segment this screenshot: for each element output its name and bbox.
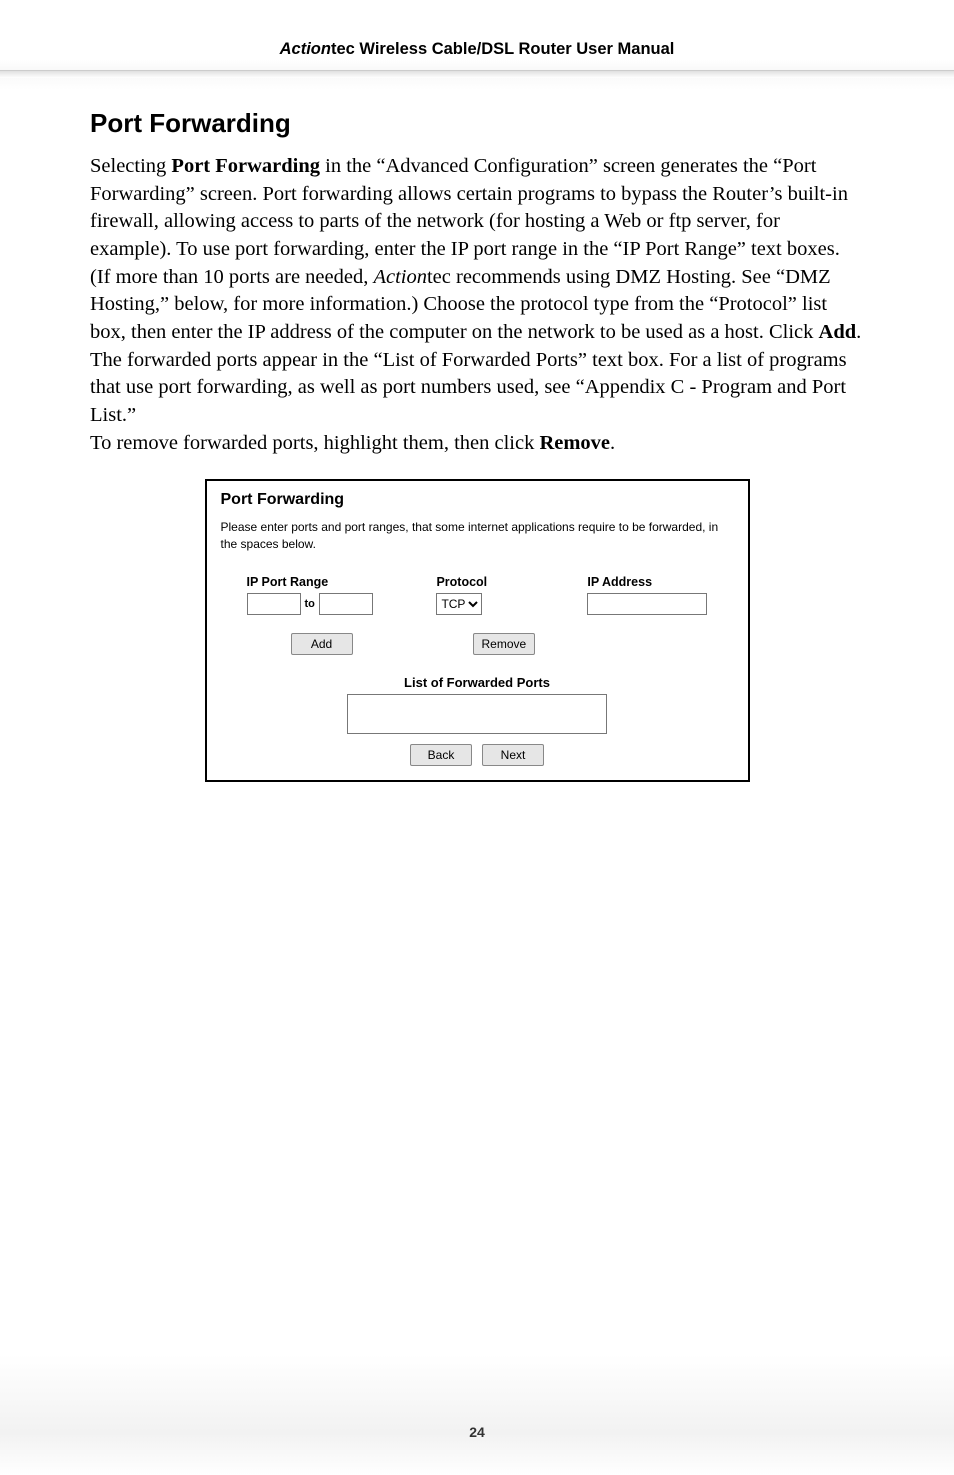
section-title: Port Forwarding: [90, 108, 864, 139]
add-remove-row: Add Remove: [221, 633, 734, 655]
header-title: Wireless Cable/DSL Router User Manual: [355, 40, 675, 58]
page-number: 24: [0, 1424, 954, 1440]
port-range-start-input[interactable]: [247, 593, 301, 615]
heading-ip-address: IP Address: [587, 575, 733, 589]
heading-protocol: Protocol: [436, 575, 587, 589]
heading-ip-port-range: IP Port Range: [247, 575, 437, 589]
port-range-to-label: to: [305, 598, 315, 610]
document-header: Actiontec Wireless Cable/DSL Router User…: [0, 40, 954, 59]
panel-description: Please enter ports and port ranges, that…: [221, 519, 734, 553]
section-body-1: Selecting Port Forwarding in the “Advanc…: [90, 153, 864, 430]
port-range-end-input[interactable]: [319, 593, 373, 615]
section-body-2: To remove forwarded ports, highlight the…: [90, 430, 864, 458]
header-divider: [0, 70, 954, 78]
column-headings: IP Port Range Protocol IP Address: [221, 575, 734, 589]
port-forwarding-panel: Port Forwarding Please enter ports and p…: [205, 479, 750, 782]
back-button[interactable]: Back: [410, 744, 472, 766]
brand-italic: Action: [280, 40, 331, 58]
forwarded-ports-title: List of Forwarded Ports: [221, 675, 734, 690]
input-row: to TCP: [221, 593, 734, 615]
forwarded-ports-listbox[interactable]: [347, 694, 607, 734]
ip-address-input[interactable]: [587, 593, 707, 615]
next-button[interactable]: Next: [482, 744, 544, 766]
figure-container: Port Forwarding Please enter ports and p…: [90, 479, 864, 782]
add-button[interactable]: Add: [291, 633, 353, 655]
protocol-select[interactable]: TCP: [436, 593, 482, 615]
nav-button-row: Back Next: [221, 744, 734, 766]
panel-title: Port Forwarding: [221, 491, 734, 509]
brand-rest: tec: [331, 40, 355, 58]
remove-button[interactable]: Remove: [473, 633, 536, 655]
